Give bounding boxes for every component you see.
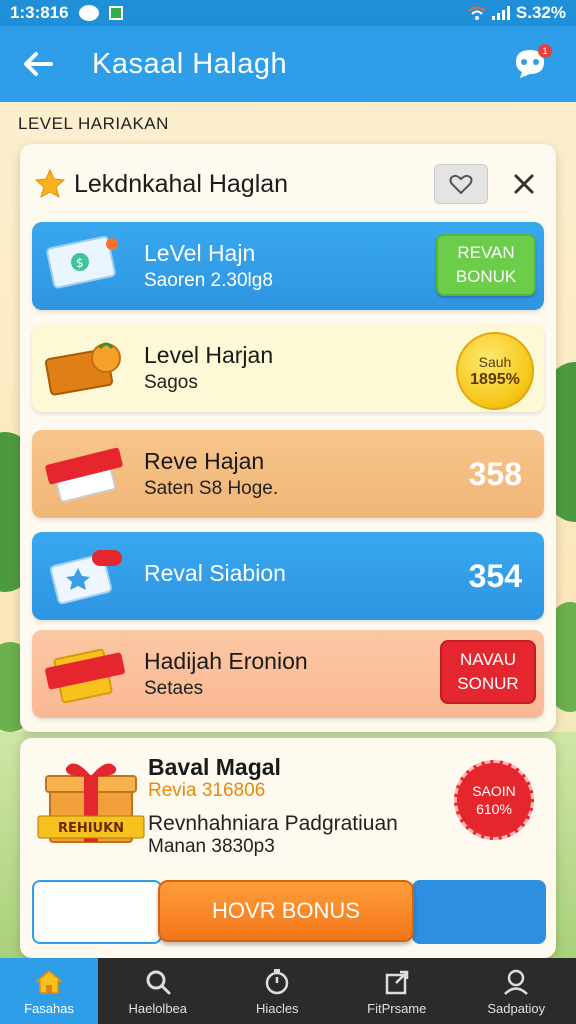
- app-bar: Kasaal Halagh 1: [0, 26, 576, 102]
- gift-label: REHIUKN: [58, 821, 124, 836]
- row-value: 358: [468, 456, 522, 492]
- bonus-coin[interactable]: Sauh 1895%: [456, 332, 534, 410]
- nav-item-home[interactable]: Fasahas: [0, 958, 98, 1024]
- home-icon: [34, 969, 64, 994]
- row-subtitle: Saten S8 Hoge.: [144, 478, 279, 499]
- svg-text:$: $: [76, 256, 84, 270]
- row-title: Reval Siabion: [144, 560, 286, 586]
- search-icon: [146, 970, 171, 994]
- panel-title: Lekdnkahal Haglan: [74, 169, 289, 198]
- reward-card: REHIUKN Baval Magal Revia 316806 Revnhah…: [20, 738, 556, 958]
- battery-text: S.32%: [515, 3, 566, 22]
- back-arrow-icon[interactable]: [22, 48, 54, 80]
- row-value: 354: [468, 558, 522, 594]
- app-notification-icon: [108, 6, 123, 20]
- reward-description-secondary: Manan 3830p3: [148, 836, 275, 857]
- star-icon: [34, 168, 66, 199]
- message-icon: [78, 5, 99, 21]
- reward-title: Baval Magal: [148, 754, 281, 780]
- secondary-action-right[interactable]: [412, 880, 546, 944]
- reward-subtitle: Revia 316806: [148, 780, 266, 801]
- panel-header: Lekdnkahal Haglan: [34, 164, 544, 204]
- level-row[interactable]: Reve Hajan Saten S8 Hoge. 358: [32, 430, 544, 518]
- discount-badge: SAOIN 610%: [454, 760, 534, 840]
- level-row[interactable]: Level Harjan Sagos Sauh 1895%: [32, 324, 544, 412]
- close-button[interactable]: [504, 164, 544, 204]
- row-title: LeVel Hajn: [144, 240, 256, 266]
- claim-bonus-button[interactable]: HOVR BONUS: [158, 880, 414, 942]
- nav-item-timer[interactable]: Hiacles: [218, 958, 338, 1024]
- nav-item-share[interactable]: FitPrsame: [337, 958, 457, 1024]
- close-icon: [514, 174, 534, 194]
- row-subtitle: Saoren 2.30lg8: [144, 270, 273, 291]
- navau-bonus-button[interactable]: NAVAU SONUR: [440, 640, 536, 704]
- app-title: Kasaal Halagh: [92, 47, 288, 80]
- gift-box-icon: REHIUKN: [37, 763, 145, 843]
- star-card-icon: [50, 550, 122, 605]
- secondary-action-left[interactable]: [32, 880, 162, 944]
- status-bar: 1:3:816 S.32%: [0, 0, 576, 26]
- notification-badge: 1: [538, 44, 552, 58]
- level-row[interactable]: Hadijah Eronion Setaes NAVAU SONUR: [32, 630, 544, 718]
- gold-ticket-icon: [45, 648, 125, 704]
- daily-level-panel: Lekdnkahal Haglan $ LeVel Hajn Saoren 2.…: [20, 144, 556, 732]
- monitor-icon: $: [46, 235, 118, 289]
- favorite-button[interactable]: [434, 164, 488, 204]
- signal-icon: [491, 6, 510, 20]
- status-time: 1:3:816: [10, 3, 69, 22]
- heart-icon: [449, 174, 473, 195]
- reward-description: Revnhahniara Padgratiuan: [148, 812, 398, 835]
- row-title: Reve Hajan: [144, 448, 265, 474]
- nav-item-profile[interactable]: Sadpatioy: [457, 958, 576, 1024]
- wifi-icon: [468, 6, 486, 20]
- treasure-chest-icon: [44, 342, 121, 396]
- chat-button[interactable]: 1: [510, 44, 554, 84]
- bottom-nav: Fasahas Haelolbea Hiacles FitPrsame Sadp…: [0, 958, 576, 1024]
- row-title: Level Harjan: [144, 342, 274, 368]
- share-icon: [385, 970, 408, 994]
- nav-item-search[interactable]: Haelolbea: [98, 958, 218, 1024]
- level-row[interactable]: Reval Siabion 354: [32, 532, 544, 620]
- timer-icon: [266, 968, 289, 994]
- level-row[interactable]: $ LeVel Hajn Saoren 2.30lg8 REVAN BONUK: [32, 222, 544, 310]
- ticket-icon: [45, 447, 123, 503]
- row-subtitle: Sagos: [144, 372, 198, 393]
- row-title: Hadijah Eronion: [144, 648, 308, 674]
- section-label: LEVEL HARIAKAN: [18, 114, 169, 133]
- row-subtitle: Setaes: [144, 678, 204, 699]
- revan-bonus-button[interactable]: REVAN BONUK: [436, 234, 536, 296]
- profile-icon: [504, 969, 529, 995]
